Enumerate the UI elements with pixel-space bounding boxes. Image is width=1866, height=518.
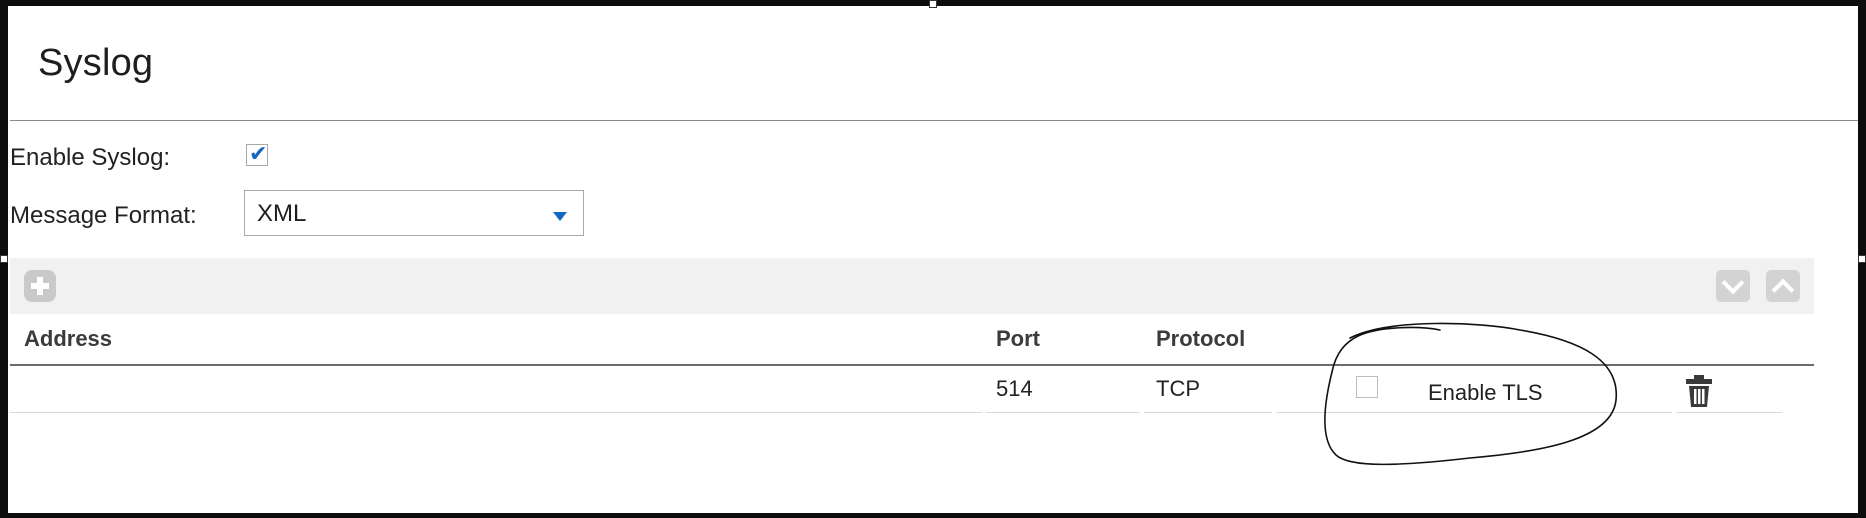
- port-cell[interactable]: 514: [996, 376, 1033, 402]
- column-header-address[interactable]: Address: [24, 326, 112, 352]
- message-format-label: Message Format:: [10, 202, 197, 229]
- enable-tls-label: Enable TLS: [1428, 380, 1543, 405]
- move-down-button[interactable]: [1716, 270, 1750, 302]
- column-header-port[interactable]: Port: [996, 326, 1040, 352]
- table-header-divider: [10, 364, 1814, 366]
- dropdown-arrow-icon: [553, 212, 567, 221]
- chevron-down-icon: [1721, 271, 1745, 295]
- trash-icon[interactable]: [1684, 374, 1714, 408]
- resize-handle-top[interactable]: [929, 0, 937, 8]
- resize-handle-right[interactable]: [1858, 255, 1866, 263]
- enable-syslog-label: Enable Syslog:: [10, 144, 171, 171]
- message-format-select[interactable]: XML: [244, 190, 584, 236]
- message-format-value: XML: [257, 200, 307, 227]
- move-up-button[interactable]: [1766, 270, 1800, 302]
- column-header-protocol[interactable]: Protocol: [1156, 326, 1245, 352]
- title-divider: [10, 120, 1858, 121]
- enable-tls-checkbox[interactable]: [1356, 376, 1378, 398]
- enable-syslog-checkbox[interactable]: ✔: [246, 142, 268, 167]
- add-server-button[interactable]: [24, 270, 56, 302]
- checkmark-icon: ✔: [249, 142, 268, 167]
- protocol-cell[interactable]: TCP: [1156, 376, 1200, 402]
- row-divider-gap: [1672, 412, 1676, 413]
- row-divider-gap: [982, 412, 986, 413]
- table-toolbar: [10, 258, 1814, 314]
- chevron-up-icon: [1771, 278, 1795, 302]
- row-divider-gap: [1140, 412, 1144, 413]
- row-divider: [10, 412, 1782, 413]
- resize-handle-left[interactable]: [0, 255, 8, 263]
- row-divider-gap: [1272, 412, 1276, 413]
- page-title: Syslog: [38, 42, 154, 84]
